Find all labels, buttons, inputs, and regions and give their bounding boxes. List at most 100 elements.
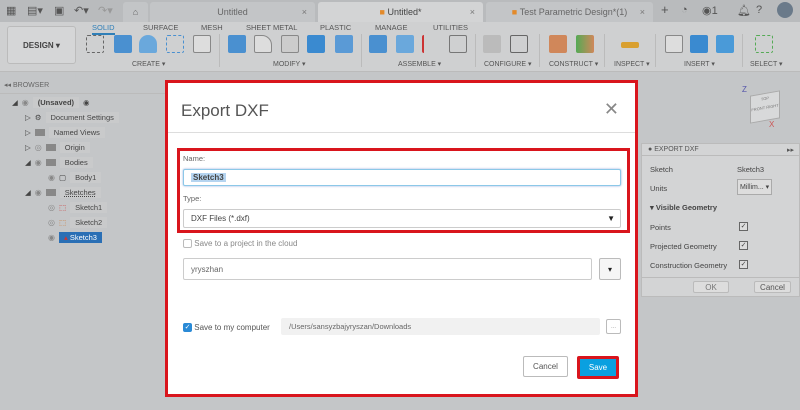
undo-icon[interactable]: ↶▾ xyxy=(74,4,89,17)
press-pull-icon[interactable] xyxy=(228,35,246,53)
browse-button[interactable]: ... xyxy=(606,319,621,334)
tab-untitled[interactable]: Untitled × xyxy=(150,2,315,22)
tab-solid[interactable]: SOLID xyxy=(92,23,115,35)
offset-plane-icon[interactable] xyxy=(549,35,567,53)
tree-node-sketch2[interactable]: ◎ ⬚ Sketch2 xyxy=(48,216,108,228)
insert-canvas-icon[interactable] xyxy=(716,35,734,53)
tree-node-document-settings[interactable]: ▷ ⚙ Document Settings xyxy=(25,111,119,123)
close-tab-icon[interactable]: × xyxy=(470,7,475,17)
close-icon[interactable]: ✕ xyxy=(604,99,619,120)
name-input[interactable]: Sketch3 xyxy=(183,169,621,186)
redo-icon[interactable]: ↷▾ xyxy=(98,4,113,17)
computer-checkbox[interactable]: ✓ xyxy=(183,323,192,333)
bom-icon[interactable] xyxy=(449,35,467,53)
apps-grid-icon[interactable]: ▦ xyxy=(6,4,16,17)
extrude-icon[interactable] xyxy=(114,35,132,53)
configure-icon[interactable] xyxy=(483,35,501,53)
construct-menu[interactable]: CONSTRUCT ▾ xyxy=(549,60,598,68)
as-built-joint-icon[interactable] xyxy=(396,35,414,53)
expand-panel-icon[interactable]: ▸▸ xyxy=(787,146,794,154)
assemble-menu[interactable]: ASSEMBLE ▾ xyxy=(398,60,441,68)
midplane-icon[interactable] xyxy=(576,35,594,53)
cancel-button[interactable]: Cancel xyxy=(523,356,568,377)
tab-sheet-metal[interactable]: SHEET METAL xyxy=(246,23,297,32)
visibility-icon[interactable]: ◉ xyxy=(35,158,42,167)
tree-node-sketches[interactable]: ◢ ◉ Sketches xyxy=(25,186,101,198)
pattern-icon[interactable] xyxy=(166,35,184,53)
tab-utilities[interactable]: UTILITIES xyxy=(433,23,468,32)
new-tab-icon[interactable]: + xyxy=(661,2,669,17)
ok-button[interactable]: OK xyxy=(693,281,729,293)
tab-manage[interactable]: MANAGE xyxy=(375,23,408,32)
expand-icon[interactable]: ▷ xyxy=(25,143,31,152)
insert-mcmaster-icon[interactable] xyxy=(690,35,708,53)
tab-mesh[interactable]: MESH xyxy=(201,23,223,32)
browser-header[interactable]: ◂◂ BROWSER xyxy=(0,80,175,94)
tab-plastic[interactable]: PLASTIC xyxy=(320,23,351,32)
expand-icon[interactable]: ▷ xyxy=(25,113,31,122)
fillet-icon[interactable] xyxy=(254,35,272,53)
home-tab[interactable]: ⌂ xyxy=(123,2,148,22)
save-icon[interactable]: ▣ xyxy=(54,4,64,17)
file-menu-icon[interactable]: ▤▾ xyxy=(27,4,43,17)
joint-icon[interactable] xyxy=(369,35,387,53)
project-dropdown-button[interactable]: ▾ xyxy=(599,258,621,280)
avatar[interactable] xyxy=(777,2,793,18)
workspace-switcher[interactable]: DESIGN ▾ xyxy=(7,26,76,64)
save-button[interactable]: Save xyxy=(577,356,619,379)
tab-surface[interactable]: SURFACE xyxy=(143,23,178,32)
hidden-icon[interactable]: ◎ xyxy=(35,143,42,152)
expand-icon[interactable]: ◢ xyxy=(25,188,31,197)
create-menu[interactable]: CREATE ▾ xyxy=(132,60,165,68)
select-icon[interactable] xyxy=(755,35,773,53)
expand-icon[interactable]: ◢ xyxy=(12,98,18,107)
hole-icon[interactable] xyxy=(193,35,211,53)
close-tab-icon[interactable]: × xyxy=(640,7,645,17)
tree-node-root[interactable]: ◢ ◉ (Unsaved) ◉ xyxy=(12,96,90,108)
tree-node-named-views[interactable]: ▷ Named Views xyxy=(25,126,105,138)
visibility-icon[interactable]: ◉ xyxy=(48,173,55,182)
tree-node-origin[interactable]: ▷ ◎ Origin xyxy=(25,141,90,153)
configuration-table-icon[interactable] xyxy=(510,35,528,53)
job-status-icon[interactable]: ◉1 xyxy=(702,4,718,17)
tab-test-parametric[interactable]: ■ Test Parametric Design*(1) × xyxy=(486,2,653,22)
tree-node-body1[interactable]: ◉ ▢ Body1 xyxy=(48,171,102,183)
points-checkbox[interactable]: ✓ xyxy=(739,222,748,231)
visibility-icon[interactable]: ◉ xyxy=(22,98,29,107)
projected-geometry-checkbox[interactable]: ✓ xyxy=(739,241,748,250)
expand-icon[interactable]: ▷ xyxy=(25,128,31,137)
select-menu[interactable]: SELECT ▾ xyxy=(750,60,783,68)
panel-cancel-button[interactable]: Cancel xyxy=(754,281,791,293)
cloud-checkbox[interactable] xyxy=(183,239,192,249)
construction-geometry-checkbox[interactable]: ✓ xyxy=(739,260,748,269)
rigid-group-icon[interactable] xyxy=(422,35,440,53)
hidden-icon[interactable]: ◎ xyxy=(48,218,55,227)
extensions-icon[interactable]: ◔ xyxy=(681,4,688,16)
visibility-icon[interactable]: ◉ xyxy=(35,188,42,197)
visibility-icon[interactable]: ◉ xyxy=(48,233,55,242)
close-tab-icon[interactable]: × xyxy=(302,7,307,17)
viewcube[interactable]: Z TOP FRONT RIGHT X xyxy=(742,85,785,129)
tree-node-bodies[interactable]: ◢ ◉ Bodies xyxy=(25,156,93,168)
tree-node-sketch1[interactable]: ◎ ⬚ Sketch1 xyxy=(48,201,108,213)
create-sketch-icon[interactable] xyxy=(86,35,104,53)
face-front[interactable]: FRONT xyxy=(751,105,765,112)
tree-node-sketch3[interactable]: ◉ ▴ Sketch3 xyxy=(48,231,102,243)
face-top[interactable]: TOP xyxy=(761,95,769,101)
measure-icon[interactable] xyxy=(621,42,639,48)
sketch-value[interactable]: Sketch3 xyxy=(737,165,764,174)
revolve-icon[interactable] xyxy=(139,35,157,53)
visible-geometry-section[interactable]: ▾ Visible Geometry xyxy=(650,203,717,212)
insert-menu[interactable]: INSERT ▾ xyxy=(684,60,715,68)
hidden-icon[interactable]: ◎ xyxy=(48,203,55,212)
units-dropdown[interactable]: Millim... ▾ xyxy=(737,179,773,195)
type-select[interactable]: DXF Files (*.dxf) ▼ xyxy=(183,209,621,228)
insert-derive-icon[interactable] xyxy=(665,35,683,53)
inspect-menu[interactable]: INSPECT ▾ xyxy=(614,60,650,68)
combine-icon[interactable] xyxy=(307,35,325,53)
tab-untitled-active[interactable]: ■ Untitled* × xyxy=(318,2,483,22)
cloud-option[interactable]: Save to a project in the cloud xyxy=(183,239,297,249)
configure-menu[interactable]: CONFIGURE ▾ xyxy=(484,60,531,68)
help-icon[interactable]: ? xyxy=(756,4,762,16)
shell-icon[interactable] xyxy=(281,35,299,53)
